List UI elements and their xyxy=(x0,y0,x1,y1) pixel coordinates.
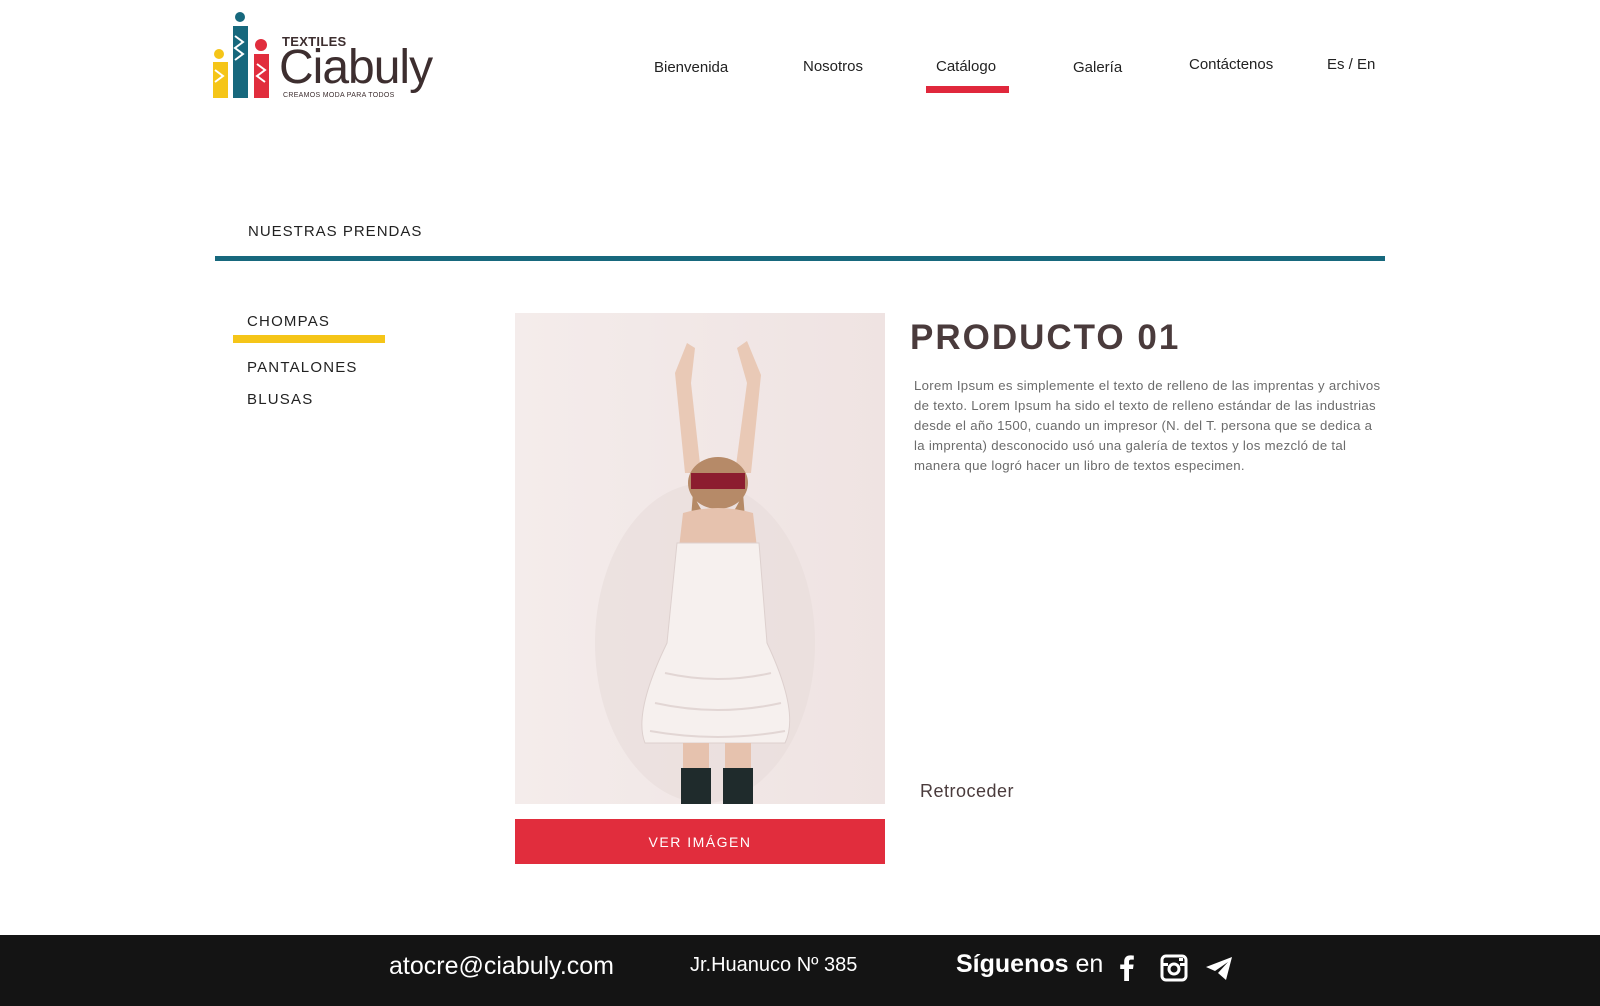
product-title: PRODUCTO 01 xyxy=(910,318,1181,357)
product-image[interactable] xyxy=(515,313,885,804)
logo-name: Ciabuly xyxy=(279,41,433,94)
instagram-icon[interactable] xyxy=(1159,953,1189,983)
brand-logo[interactable]: TEXTILES Ciabuly CREAMOS MODA PARA TODOS xyxy=(213,12,433,102)
telegram-icon[interactable] xyxy=(1204,953,1234,983)
section-divider xyxy=(215,256,1385,261)
facebook-icon[interactable] xyxy=(1112,953,1142,983)
nav-bienvenida[interactable]: Bienvenida xyxy=(654,59,728,76)
footer: atocre@ciabuly.com Jr.Huanuco Nº 385 Síg… xyxy=(0,935,1600,1006)
product-description: Lorem Ipsum es simplemente el texto de r… xyxy=(914,378,1381,473)
view-image-button[interactable]: VER IMÁGEN xyxy=(515,819,885,864)
back-link[interactable]: Retroceder xyxy=(920,781,1014,802)
follow-rest-text: en xyxy=(1068,950,1104,978)
logo-tagline: CREAMOS MODA PARA TODOS xyxy=(283,92,395,99)
nav-catalogo[interactable]: Catálogo xyxy=(936,58,996,75)
section-title: NUESTRAS PRENDAS xyxy=(248,223,423,240)
footer-follow-label: Síguenos en xyxy=(956,950,1103,979)
nav-nosotros[interactable]: Nosotros xyxy=(803,58,863,75)
footer-email[interactable]: atocre@ciabuly.com xyxy=(389,952,614,981)
follow-bold-text: Síguenos xyxy=(956,950,1069,978)
nav-active-indicator xyxy=(926,86,1009,93)
category-chompas[interactable]: CHOMPAS xyxy=(247,313,330,330)
logo-figures-icon xyxy=(213,12,269,98)
product-photo xyxy=(515,313,885,804)
nav-contactenos[interactable]: Contáctenos xyxy=(1189,56,1273,73)
category-active-indicator xyxy=(233,335,385,343)
language-switcher[interactable]: Es / En xyxy=(1327,56,1375,73)
category-blusas[interactable]: BLUSAS xyxy=(247,391,313,408)
category-pantalones[interactable]: PANTALONES xyxy=(247,359,358,376)
footer-address: Jr.Huanuco Nº 385 xyxy=(690,954,858,976)
nav-galeria[interactable]: Galería xyxy=(1073,59,1122,76)
